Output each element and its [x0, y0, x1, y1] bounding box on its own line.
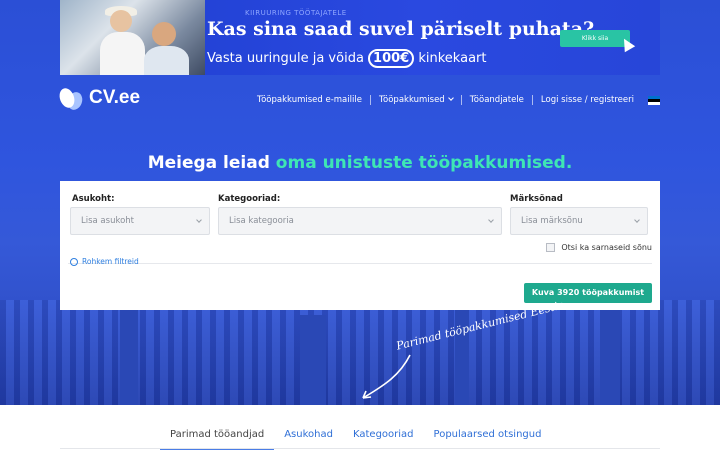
chevron-down-icon: [488, 217, 494, 223]
location-select[interactable]: Lisa asukoht: [70, 207, 210, 235]
nav-employers[interactable]: Tööandjatele: [462, 95, 532, 105]
keyword-input[interactable]: Lisa märksõnu: [510, 207, 648, 235]
main-nav: Tööpakkumised e-mailile Tööpakkumised Tö…: [249, 95, 660, 105]
curved-arrow-icon: [362, 354, 411, 399]
search-card: Asukoht: Lisa asukoht Kategooriad: Lisa …: [60, 181, 660, 310]
category-tabs: Parimad tööandjad Asukohad Kategooriad P…: [160, 405, 560, 450]
banner-sub-text-end: kinkekaart: [414, 51, 487, 66]
tab-popular-searches[interactable]: Populaarsed otsingud: [424, 405, 552, 450]
show-jobs-button[interactable]: Kuva 3920 tööpakkumist: [524, 283, 652, 303]
language-flag-icon[interactable]: [648, 95, 660, 105]
similar-words-checkbox[interactable]: [546, 243, 556, 252]
logo-icon: [57, 86, 85, 112]
promo-banner[interactable]: KIIRUURING TÖÖTAJATELE Kas sina saad suv…: [60, 0, 660, 75]
banner-eyebrow: KIIRUURING TÖÖTAJATELE: [245, 9, 347, 17]
skyline-tower: [600, 295, 620, 405]
banner-prize-pill: 100€: [368, 49, 415, 68]
tab-locations[interactable]: Asukohad: [274, 405, 343, 450]
banner-subline: Vasta uuringule ja võida 100€ kinkekaart: [207, 49, 486, 68]
nav-jobs-email[interactable]: Tööpakkumised e-mailile: [249, 95, 370, 105]
card-divider: [68, 263, 652, 264]
nav-login[interactable]: Logi sisse / registreeri: [533, 95, 642, 105]
page-title: Meiega leiad oma unistuste tööpakkumised…: [0, 153, 720, 173]
banner-photo: [60, 0, 205, 75]
category-label: Kategooriad:: [218, 194, 281, 204]
title-accent: oma unistuste tööpakkumised.: [275, 153, 573, 173]
title-plain: Meiega leiad: [147, 153, 276, 173]
keyword-placeholder: Lisa märksõnu: [521, 216, 583, 226]
banner-headline: Kas sina saad suvel päriselt puhata?: [207, 18, 595, 40]
flag-stripe-white: [648, 101, 660, 105]
banner-sub-text: Vasta uuringule ja võida: [207, 51, 369, 66]
logo-text: CV.ee: [89, 87, 141, 108]
location-label: Asukoht:: [72, 194, 115, 204]
similar-words-label: Otsi ka sarnaseid sõnu: [561, 243, 652, 252]
keyword-label: Märksõnad: [510, 194, 563, 204]
site-logo[interactable]: CV.ee: [57, 86, 141, 112]
chevron-down-icon: [634, 217, 640, 223]
location-placeholder: Lisa asukoht: [81, 216, 135, 226]
skyline-tower: [300, 315, 326, 405]
similar-words-option[interactable]: Otsi ka sarnaseid sõnu: [546, 243, 652, 252]
more-filters-label: Rohkem filtreid: [82, 257, 139, 266]
plus-circle-icon: [70, 257, 78, 266]
more-filters-link[interactable]: Rohkem filtreid: [70, 257, 139, 266]
nav-jobs-dropdown[interactable]: Tööpakkumised: [371, 95, 461, 105]
chevron-down-icon: [196, 217, 202, 223]
chevron-down-icon: [447, 95, 454, 101]
tab-categories[interactable]: Kategooriad: [343, 405, 424, 450]
category-select[interactable]: Lisa kategooria: [218, 207, 502, 235]
tab-top-employers[interactable]: Parimad tööandjad: [160, 405, 275, 450]
category-placeholder: Lisa kategooria: [229, 216, 294, 226]
nav-jobs-label: Tööpakkumised: [378, 95, 445, 105]
tabs-underline: [60, 448, 660, 449]
